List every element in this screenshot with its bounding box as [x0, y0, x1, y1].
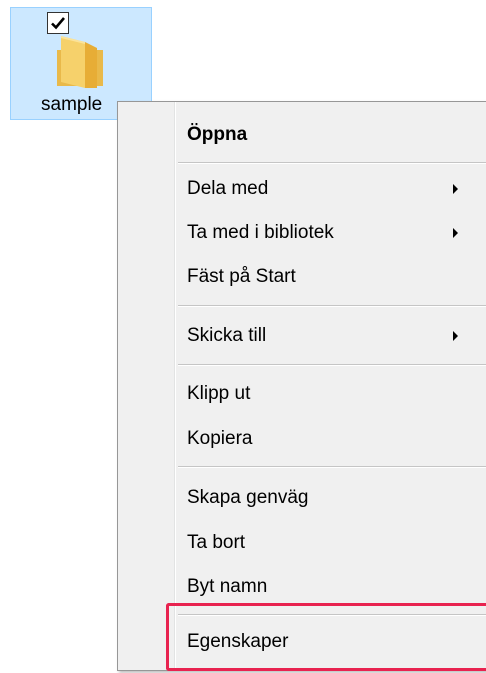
menu-item-label: Klipp ut [187, 383, 251, 404]
submenu-arrow-icon [453, 184, 458, 194]
menu-item-properties[interactable]: Egenskaper [121, 620, 486, 664]
menu-item-label: Skapa genväg [187, 487, 309, 508]
menu-item-label: Byt namn [187, 576, 268, 597]
menu-item-send-to[interactable]: Skicka till [121, 314, 486, 358]
menu-item-cut[interactable]: Klipp ut [121, 372, 486, 416]
menu-separator [178, 305, 486, 307]
menu-separator [178, 614, 486, 616]
menu-item-copy[interactable]: Kopiera [121, 417, 486, 461]
menu-item-rename[interactable]: Byt namn [121, 565, 486, 609]
menu-item-label: Ta bort [187, 532, 246, 553]
icon-label: sample [41, 94, 103, 115]
submenu-arrow-icon [453, 331, 458, 341]
menu-item-label: Fäst på Start [187, 266, 296, 287]
menu-item-label: Egenskaper [187, 631, 289, 652]
menu-item-label: Dela med [187, 178, 269, 199]
menu-separator [178, 162, 486, 164]
menu-item-pin-to-start[interactable]: Fäst på Start [121, 255, 486, 299]
menu-item-open[interactable]: Öppna [121, 113, 486, 157]
menu-item-delete[interactable]: Ta bort [121, 521, 486, 565]
menu-item-label: Öppna [187, 124, 248, 145]
submenu-arrow-icon [453, 228, 458, 238]
menu-separator [178, 364, 486, 366]
menu-item-label: Skicka till [187, 325, 267, 346]
desktop: sample Öppna Dela med Ta med i bibliotek… [0, 0, 486, 673]
menu-item-share-with[interactable]: Dela med [121, 167, 486, 211]
folder-icon [57, 36, 103, 88]
menu-separator [178, 466, 486, 468]
check-icon [51, 17, 65, 30]
menu-item-include-in-library[interactable]: Ta med i bibliotek [121, 211, 486, 255]
context-menu: Öppna Dela med Ta med i bibliotek Fäst p… [117, 101, 486, 671]
menu-item-create-shortcut[interactable]: Skapa genväg [121, 476, 486, 520]
menu-item-label: Ta med i bibliotek [187, 222, 334, 243]
menu-item-label: Kopiera [187, 428, 253, 449]
